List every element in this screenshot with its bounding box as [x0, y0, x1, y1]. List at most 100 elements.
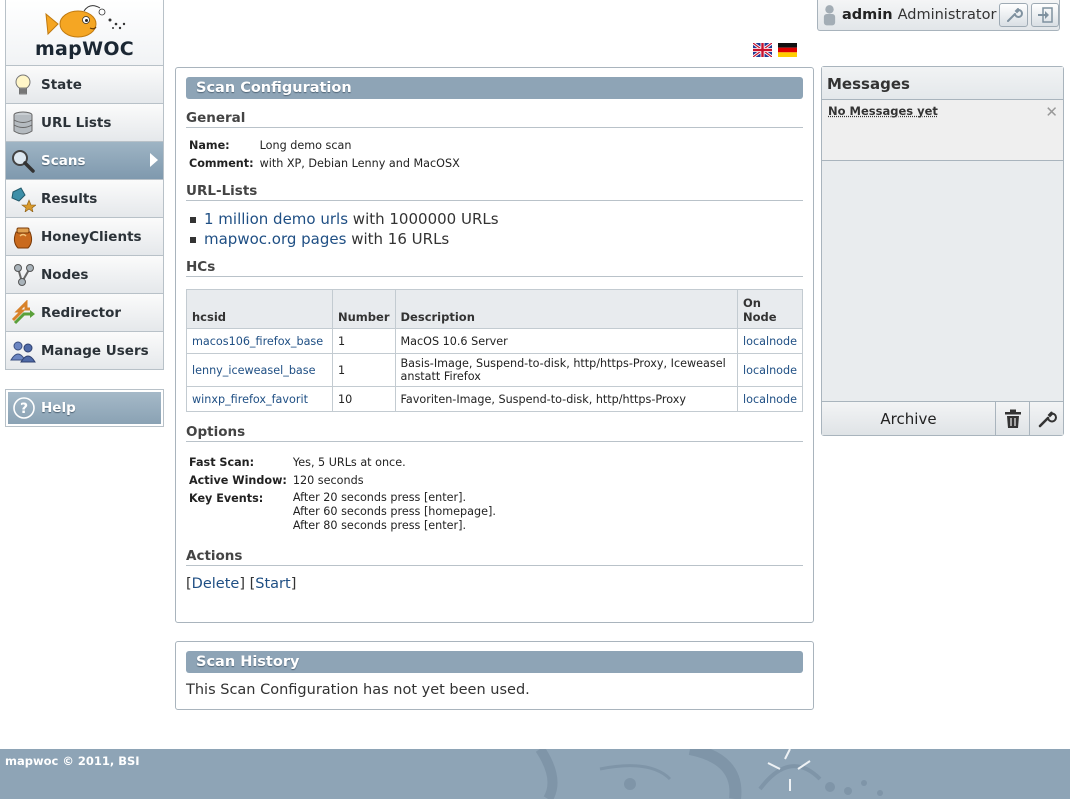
honeypot-icon — [13, 227, 33, 248]
table-row: macos106_firefox_base 1 MacOS 10.6 Serve… — [186, 328, 803, 354]
magnifier-icon — [12, 149, 35, 173]
sidebar-item-label: Redirector — [41, 304, 122, 321]
column-header-hcsid: hcsid — [186, 289, 333, 329]
nodes-icon — [14, 263, 34, 286]
help-button[interactable]: ? Help — [5, 389, 164, 427]
sidebar-item-label: HoneyClients — [41, 228, 142, 245]
sidebar-item-url-lists[interactable]: URL Lists — [5, 104, 164, 142]
general-table: Name: Long demo scan Comment: with XP, D… — [186, 137, 463, 173]
footer-text: mapwoc © 2011, BSI — [5, 754, 140, 768]
url-list-link[interactable]: 1 million demo urls — [204, 210, 348, 228]
number-cell: 1 — [332, 328, 396, 354]
mapwoc-logo[interactable]: mapWOC — [5, 0, 164, 66]
question-icon: ? — [13, 397, 35, 419]
database-icon — [13, 111, 33, 134]
logo-text: mapWOC — [34, 38, 135, 60]
settings-button[interactable] — [999, 3, 1028, 27]
scan-history-panel: Scan History This Scan Configuration has… — [175, 641, 814, 710]
user-role: Administrator — [897, 7, 997, 23]
svg-text:?: ? — [20, 401, 28, 417]
sidebar-item-redirector[interactable]: Redirector — [5, 294, 164, 332]
sidebar-nav: State URL Lists Scans Results HoneyClien… — [5, 66, 164, 370]
name-value: Long demo scan — [259, 139, 352, 152]
hcsid-link[interactable]: macos106_firefox_base — [192, 335, 323, 348]
number-cell: 10 — [332, 386, 396, 412]
node-link[interactable]: localnode — [743, 364, 797, 377]
list-item: mapwoc.org pages with 16 URLs — [186, 229, 803, 249]
page-footer: mapwoc © 2011, BSI — [0, 749, 1070, 799]
key-event: After 20 seconds press [enter]. — [292, 491, 467, 504]
comment-value: with XP, Debian Lenny and MacOSX — [259, 157, 460, 170]
sidebar-item-label: Scans — [41, 152, 86, 169]
url-lists: 1 million demo urls with 1000000 URLs ma… — [186, 209, 803, 249]
sidebar-item-manage-users[interactable]: Manage Users — [5, 332, 164, 370]
sidebar-item-state[interactable]: State — [5, 66, 164, 104]
help-button-inner[interactable]: ? Help — [8, 392, 161, 424]
scan-history-text: This Scan Configuration has not yet been… — [186, 682, 530, 698]
section-heading-url-lists: URL-Lists — [186, 183, 803, 201]
user-icon — [823, 5, 836, 26]
sidebar-item-label: Nodes — [41, 266, 89, 283]
number-cell: 1 — [332, 353, 396, 387]
key-event: After 60 seconds press [homepage]. — [292, 505, 496, 518]
list-item: 1 million demo urls with 1000000 URLs — [186, 209, 803, 229]
close-icon[interactable]: ✕ — [1045, 103, 1058, 121]
logout-icon — [1037, 7, 1053, 23]
sidebar-item-label: Results — [41, 190, 98, 207]
footer-fish-watermark-icon — [535, 749, 883, 799]
logout-button[interactable] — [1030, 3, 1060, 27]
delete-link[interactable]: Delete — [192, 576, 240, 592]
panel-title: Scan Configuration — [186, 77, 803, 99]
sidebar-item-scans[interactable]: Scans — [5, 142, 164, 180]
help-label: Help — [41, 400, 76, 416]
description-cell: Favoriten-Image, Suspend-to-disk, http/h… — [394, 386, 738, 412]
sidebar-item-results[interactable]: Results — [5, 180, 164, 218]
messages-panel: Messages No Messages yet ✕ Archive — [821, 66, 1064, 436]
name-label: Name: — [189, 139, 230, 152]
start-link[interactable]: Start — [255, 576, 290, 592]
table-row: lenny_iceweasel_base 1 Basis-Image, Susp… — [186, 353, 803, 387]
messages-footer: Archive — [822, 401, 1063, 435]
wrench-icon — [1006, 8, 1023, 22]
hcsid-link[interactable]: lenny_iceweasel_base — [192, 364, 316, 377]
sidebar-item-label: Manage Users — [41, 342, 149, 359]
url-list-suffix: with 16 URLs — [351, 230, 450, 248]
sidebar-item-honeyclients[interactable]: HoneyClients — [5, 218, 164, 256]
messages-title: Messages — [822, 67, 1063, 100]
actions-row: [Delete] [Start] — [186, 576, 297, 592]
node-link[interactable]: localnode — [743, 335, 797, 348]
clear-messages-button[interactable] — [995, 402, 1029, 435]
section-heading-hcs: HCs — [186, 259, 803, 277]
lightbulb-icon — [15, 74, 31, 94]
url-list-suffix: with 1000000 URLs — [352, 210, 499, 228]
uk-flag-icon[interactable] — [753, 43, 772, 57]
language-switcher — [753, 43, 797, 57]
user-box: admin Administrator — [817, 0, 1060, 31]
active-window-value: 120 seconds — [292, 474, 364, 487]
section-heading-actions: Actions — [186, 548, 803, 566]
arrow-right-icon — [150, 153, 158, 167]
hcsid-link[interactable]: winxp_firefox_favorit — [192, 393, 308, 406]
column-header-on-node: On Node — [737, 289, 803, 329]
sidebar-item-nodes[interactable]: Nodes — [5, 256, 164, 294]
section-heading-options: Options — [186, 424, 803, 442]
options-table: Fast Scan: Yes, 5 URLs at once. Active W… — [186, 454, 499, 534]
key-events-value: After 20 seconds press [enter]. After 60… — [290, 490, 499, 534]
message-item: No Messages yet ✕ — [822, 100, 1063, 161]
node-link[interactable]: localnode — [743, 393, 797, 406]
hcs-table: hcsid Number Description On Node macos10… — [186, 289, 803, 412]
url-list-link[interactable]: mapwoc.org pages — [204, 230, 346, 248]
fast-scan-value: Yes, 5 URLs at once. — [292, 456, 406, 469]
sidebar-item-label: URL Lists — [41, 114, 112, 131]
sidebar-item-label: State — [41, 76, 82, 93]
redirector-icon — [11, 299, 35, 324]
archive-button[interactable]: Archive — [822, 402, 995, 435]
german-flag-icon[interactable] — [778, 43, 797, 57]
scan-configuration-panel: Scan Configuration General Name: Long de… — [175, 67, 814, 623]
user-name: admin — [842, 7, 893, 23]
message-settings-button[interactable] — [1029, 402, 1063, 435]
column-header-number: Number — [332, 289, 396, 329]
column-header-description: Description — [394, 289, 738, 329]
trash-icon — [1004, 409, 1021, 428]
description-cell: MacOS 10.6 Server — [394, 328, 738, 354]
